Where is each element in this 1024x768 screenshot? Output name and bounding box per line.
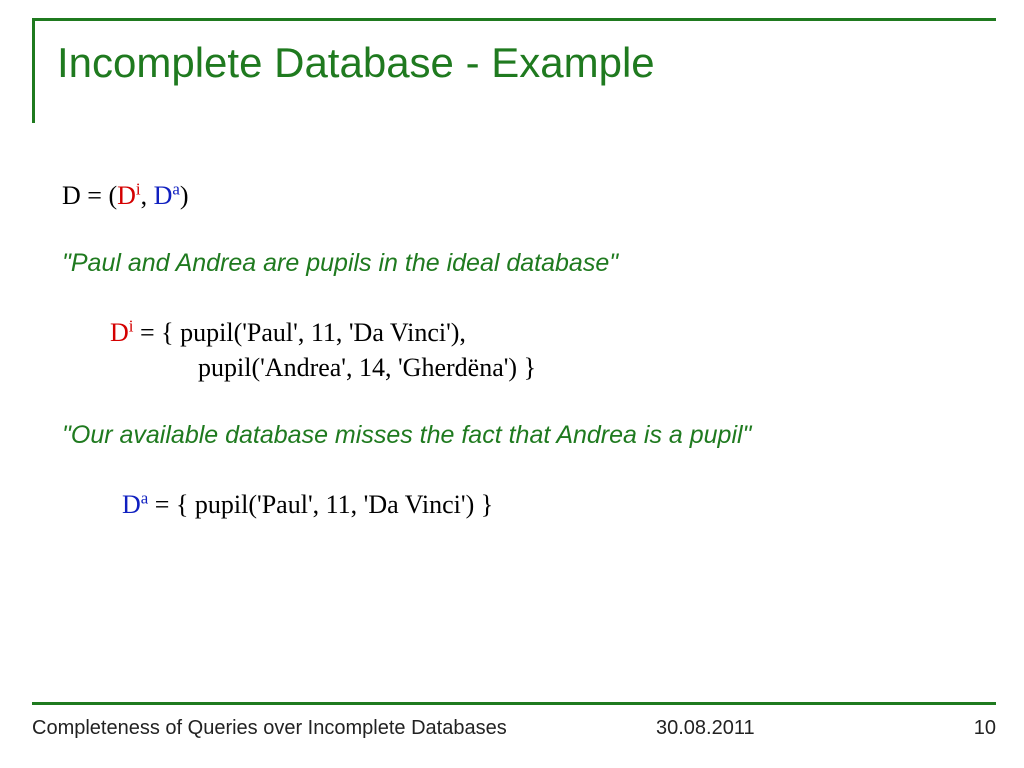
definition-line: D = (Di, Da) [62, 178, 976, 213]
footer-page: 10 [916, 717, 996, 740]
d-ideal-symbol: Di [117, 181, 140, 210]
def-prefix: D = ( [62, 181, 117, 210]
di-rest-line1: = { pupil('Paul', 11, 'Da Vinci'), [133, 318, 465, 347]
ideal-db-block: Di = { pupil('Paul', 11, 'Da Vinci'), pu… [62, 315, 976, 385]
d-ideal-symbol-2: Di [110, 318, 133, 347]
quote-available: "Our available database misses the fact … [62, 419, 976, 453]
def-suffix: ) [180, 181, 189, 210]
di-base: D [110, 318, 129, 347]
slide-title: Incomplete Database - Example [57, 39, 996, 87]
da-rest: = { pupil('Paul', 11, 'Da Vinci') } [148, 490, 493, 519]
d-available-symbol-2: Da [122, 490, 148, 519]
footer-date: 30.08.2011 [656, 717, 916, 740]
ideal-db-line1: Di = { pupil('Paul', 11, 'Da Vinci'), [110, 315, 976, 350]
footer: Completeness of Queries over Incomplete … [32, 702, 996, 740]
d-available-symbol: Da [154, 181, 180, 210]
quote-ideal: "Paul and Andrea are pupils in the ideal… [62, 247, 976, 281]
available-db-block: Da = { pupil('Paul', 11, 'Da Vinci') } [62, 487, 976, 522]
d-available-sup: a [172, 179, 180, 198]
content-area: D = (Di, Da) "Paul and Andrea are pupils… [32, 178, 996, 522]
ideal-db-line2: pupil('Andrea', 14, 'Gherdëna') } [110, 350, 976, 385]
title-area: Incomplete Database - Example [32, 18, 996, 123]
da-base: D [122, 490, 141, 519]
slide: Incomplete Database - Example D = (Di, D… [32, 18, 996, 740]
d-ideal-base: D [117, 181, 136, 210]
footer-title: Completeness of Queries over Incomplete … [32, 717, 656, 740]
def-sep: , [141, 181, 154, 210]
d-available-base: D [154, 181, 173, 210]
